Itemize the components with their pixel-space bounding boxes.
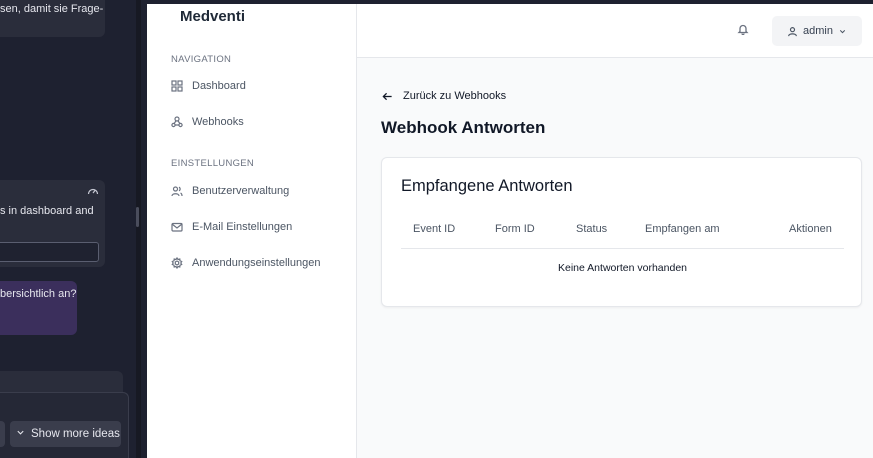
background-app: sen, damit sie Frage- s in dashboard and… [0, 0, 147, 458]
suggestion-card[interactable]: bersichtlich an? [0, 281, 77, 335]
window-divider [136, 0, 141, 458]
column-header-aktionen: Aktionen [789, 223, 832, 235]
page-title: Webhook Antworten [381, 118, 546, 137]
sidebar-item-label: E-Mail Einstellungen [192, 221, 293, 233]
sidebar-item-anwendungseinstellungen[interactable]: Anwendungseinstellungen [171, 253, 320, 273]
sidebar-item-label: Benutzerverwaltung [192, 185, 290, 197]
medventi-app: Medventi NAVIGATION Dashboard Webhooks E… [147, 4, 873, 458]
sidebar-item-email-einstellungen[interactable]: E-Mail Einstellungen [171, 217, 292, 237]
user-menu-label: admin [803, 25, 833, 37]
dashboard-icon [171, 80, 183, 92]
mail-icon [171, 222, 183, 232]
column-header-form-id: Form ID [495, 223, 535, 235]
brand-logo[interactable]: Medventi [180, 8, 245, 25]
top-header: admin [357, 4, 873, 58]
arrow-left-icon [382, 92, 392, 100]
notifications-button[interactable] [737, 22, 751, 36]
show-more-ideas-label: Show more ideas [31, 428, 120, 440]
chat-input[interactable] [0, 242, 99, 262]
ideas-panel: Show more ideas [0, 392, 129, 458]
column-header-empfangen-am: Empfangen am [645, 223, 720, 235]
webhook-icon [171, 116, 183, 128]
resize-handle[interactable] [136, 207, 139, 227]
sidebar-item-webhooks[interactable]: Webhooks [171, 112, 244, 132]
suggestion-text: bersichtlich an? [0, 288, 77, 300]
sidebar-item-benutzerverwaltung[interactable]: Benutzerverwaltung [171, 181, 289, 201]
nav-section-heading: NAVIGATION [171, 54, 232, 65]
chevron-down-icon [16, 428, 25, 440]
chat-message-card: s in dashboard and [0, 180, 105, 267]
table-header-divider [401, 248, 844, 249]
chat-message-text: s in dashboard and [0, 205, 94, 217]
column-header-event-id: Event ID [413, 223, 456, 235]
sidebar-item-dashboard[interactable]: Dashboard [171, 76, 246, 96]
bell-icon [737, 24, 749, 36]
user-menu-button[interactable]: admin [772, 16, 862, 46]
sidebar-item-label: Dashboard [192, 80, 246, 92]
sidebar: Medventi NAVIGATION Dashboard Webhooks E… [147, 4, 357, 458]
responses-card: Empfangene Antworten Event ID Form ID St… [381, 157, 862, 307]
sidebar-item-label: Webhooks [192, 116, 244, 128]
main-content: Zurück zu Webhooks Webhook Antworten Emp… [357, 58, 873, 458]
idea-chip[interactable] [0, 421, 5, 447]
gauge-icon [87, 186, 99, 198]
sidebar-item-label: Anwendungseinstellungen [192, 257, 321, 269]
user-icon [788, 26, 797, 36]
column-header-status: Status [576, 223, 608, 235]
back-to-webhooks-link[interactable]: Zurück zu Webhooks [382, 90, 506, 102]
card-title: Empfangene Antworten [401, 177, 573, 195]
back-link-label: Zurück zu Webhooks [403, 90, 507, 102]
show-more-ideas-button[interactable]: Show more ideas [10, 421, 121, 447]
gear-icon [171, 257, 183, 269]
chevron-down-icon [839, 29, 846, 33]
empty-state-message: Keine Antworten vorhanden [557, 262, 687, 274]
chat-message-text: sen, damit sie Frage- [0, 3, 104, 15]
chat-bar [0, 371, 123, 393]
settings-section-heading: EINSTELLUNGEN [171, 158, 255, 169]
users-icon [171, 186, 183, 197]
chat-message-card: sen, damit sie Frage- [0, 0, 105, 37]
